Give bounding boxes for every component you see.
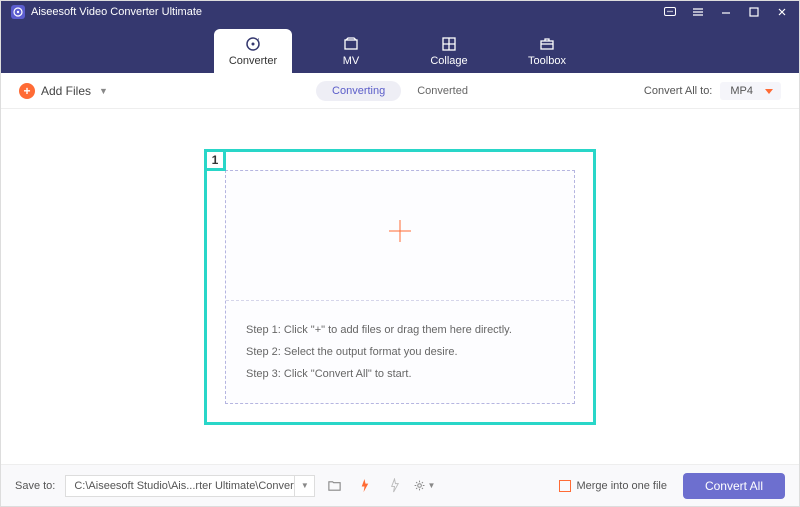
subtab-converting[interactable]: Converting <box>316 81 401 101</box>
window-controls <box>663 5 789 19</box>
gpu-off-icon[interactable] <box>383 475 405 497</box>
main-area: 1 Step 1: Click "+" to add files or drag… <box>1 109 799 464</box>
tab-toolbox-label: Toolbox <box>528 55 566 67</box>
mv-icon <box>342 35 360 53</box>
minimize-icon[interactable] <box>719 5 733 19</box>
tab-collage[interactable]: Collage <box>410 29 488 73</box>
close-icon[interactable] <box>775 5 789 19</box>
convert-all-button[interactable]: Convert All <box>683 473 785 499</box>
tab-mv[interactable]: MV <box>312 29 390 73</box>
highlight-badge: 1 <box>204 149 226 171</box>
save-to-label: Save to: <box>15 480 55 492</box>
save-path-dropdown[interactable]: ▼ <box>295 475 315 497</box>
app-window: Aiseesoft Video Converter Ultimate Conve… <box>0 0 800 507</box>
tab-collage-label: Collage <box>430 55 467 67</box>
settings-icon[interactable]: ▼ <box>413 475 435 497</box>
bottombar: Save to: C:\Aiseesoft Studio\Ais...rter … <box>1 464 799 506</box>
add-files-button[interactable]: + Add Files ▼ <box>19 83 108 99</box>
open-folder-icon[interactable] <box>323 475 345 497</box>
tab-mv-label: MV <box>343 55 360 67</box>
save-path-field[interactable]: C:\Aiseesoft Studio\Ais...rter Ultimate\… <box>65 475 295 497</box>
merge-checkbox-box <box>559 480 571 492</box>
step-3: Step 3: Click "Convert All" to start. <box>246 363 554 385</box>
feedback-icon[interactable] <box>663 5 677 19</box>
collage-icon <box>440 35 458 53</box>
converter-icon <box>244 35 262 53</box>
output-format-select[interactable]: MP4 <box>720 82 781 100</box>
dropzone-steps: Step 1: Click "+" to add files or drag t… <box>226 301 574 403</box>
dropzone-add-area[interactable] <box>226 171 574 301</box>
convert-all-to: Convert All to: MP4 <box>644 82 781 100</box>
add-files-label: Add Files <box>41 84 91 98</box>
menu-icon[interactable] <box>691 5 705 19</box>
maximize-icon[interactable] <box>747 5 761 19</box>
dropzone-plus-icon <box>383 214 417 256</box>
step-1: Step 1: Click "+" to add files or drag t… <box>246 319 554 341</box>
status-tabs: Converting Converted <box>316 81 484 101</box>
merge-checkbox[interactable]: Merge into one file <box>559 480 667 492</box>
merge-label: Merge into one file <box>576 480 667 492</box>
add-files-caret-icon: ▼ <box>99 86 108 96</box>
titlebar: Aiseesoft Video Converter Ultimate <box>1 1 799 23</box>
dropzone: Step 1: Click "+" to add files or drag t… <box>225 170 575 404</box>
gpu-on-icon[interactable] <box>353 475 375 497</box>
tab-toolbox[interactable]: Toolbox <box>508 29 586 73</box>
main-tabbar: Converter MV Collage Toolbox <box>1 23 799 73</box>
tab-converter-label: Converter <box>229 55 277 67</box>
toolbox-icon <box>538 35 556 53</box>
tab-converter[interactable]: Converter <box>214 29 292 73</box>
subbar: + Add Files ▼ Converting Converted Conve… <box>1 73 799 109</box>
app-logo-icon <box>11 5 25 19</box>
step-2: Step 2: Select the output format you des… <box>246 341 554 363</box>
add-files-plus-icon: + <box>19 83 35 99</box>
subtab-converted[interactable]: Converted <box>401 81 484 101</box>
highlight-frame: 1 Step 1: Click "+" to add files or drag… <box>204 149 596 425</box>
convert-all-to-label: Convert All to: <box>644 85 712 97</box>
app-title: Aiseesoft Video Converter Ultimate <box>31 6 663 18</box>
